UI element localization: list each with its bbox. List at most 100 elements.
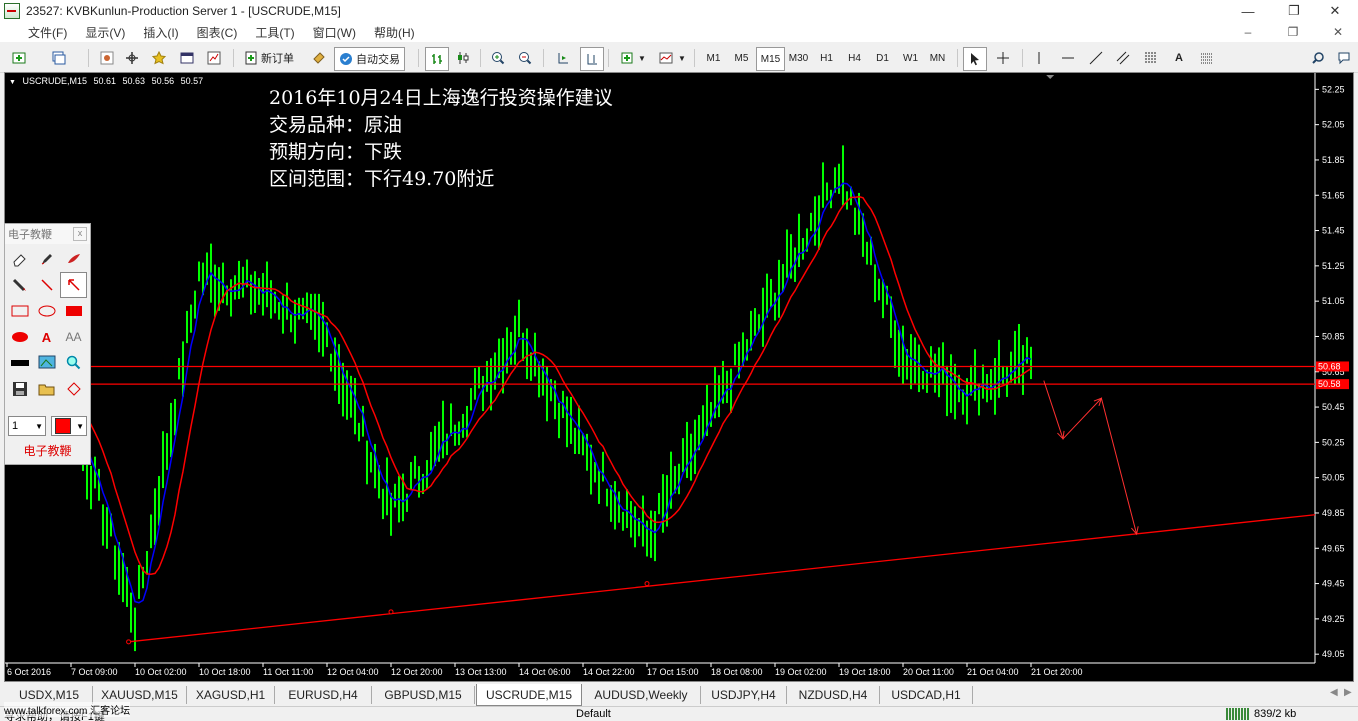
metaeditor-icon[interactable] — [308, 47, 330, 69]
timeframe-m1[interactable]: M1 — [700, 47, 727, 69]
drawing-panel-header[interactable]: 电子教鞭 x — [5, 224, 90, 244]
candlestick-icon[interactable] — [452, 47, 474, 69]
text-aa-icon[interactable]: AA — [60, 324, 87, 350]
save-icon[interactable] — [6, 376, 33, 402]
menu-help[interactable]: 帮助(H) — [365, 24, 424, 41]
tab-usdcad[interactable]: USDCAD,H1 — [880, 686, 973, 704]
tab-uscrude[interactable]: USCRUDE,M15 — [476, 684, 582, 706]
price-tick-label: 49.25 — [1322, 614, 1345, 624]
advice-text-block: 2016年10月24日上海逸行投资操作建议 交易品种：原油 预期方向：下跌 区间… — [269, 85, 613, 193]
line-width-select[interactable]: 1 ▼ — [8, 416, 46, 436]
arrow-line-icon[interactable] — [60, 272, 87, 298]
vertical-line-icon[interactable] — [1028, 47, 1050, 69]
timeframe-mn[interactable]: MN — [924, 47, 951, 69]
screenshot-icon[interactable] — [33, 350, 60, 376]
tab-eurusd[interactable]: EURUSD,H4 — [275, 686, 372, 704]
profiles-icon[interactable] — [48, 47, 70, 69]
timeframe-h1[interactable]: H1 — [813, 47, 840, 69]
chart-shift-marker — [1046, 75, 1055, 79]
indicators-icon[interactable] — [617, 47, 639, 69]
timeframe-h4[interactable]: H4 — [841, 47, 868, 69]
mdi-close-button[interactable]: ✕ — [1318, 22, 1358, 42]
tab-audusd[interactable]: AUDUSD,Weekly — [582, 686, 701, 704]
fibonacci-icon[interactable] — [1140, 47, 1162, 69]
line-icon[interactable] — [33, 272, 60, 298]
color-select[interactable]: ▼ — [51, 416, 87, 436]
rect-outline-icon[interactable] — [6, 298, 33, 324]
mdi-restore-button[interactable]: ❐ — [1273, 22, 1313, 42]
time-tick-label: 17 Oct 15:00 — [647, 667, 699, 677]
horizontal-line-icon[interactable] — [1057, 47, 1079, 69]
timeframe-m30[interactable]: M30 — [785, 47, 812, 69]
search-icon[interactable] — [1307, 47, 1329, 69]
tab-scroll-left-icon[interactable]: ◀ — [1330, 687, 1338, 698]
status-profile: Default — [576, 708, 611, 720]
tab-gbpusd[interactable]: GBPUSD,M15 — [372, 686, 475, 704]
crosshair-icon[interactable] — [992, 47, 1014, 69]
trendline-icon[interactable] — [1085, 47, 1107, 69]
time-tick-label: 14 Oct 06:00 — [519, 667, 571, 677]
black-bar-icon[interactable] — [6, 350, 33, 376]
strategy-tester-icon[interactable] — [203, 47, 225, 69]
menu-view[interactable]: 显示(V) — [76, 24, 134, 41]
timeframe-w1[interactable]: W1 — [897, 47, 924, 69]
timeframe-m5[interactable]: M5 — [728, 47, 755, 69]
time-tick-label: 7 Oct 09:00 — [71, 667, 118, 677]
market-watch-icon[interactable] — [96, 47, 118, 69]
new-order-button[interactable]: 新订单 — [240, 47, 298, 69]
auto-trading-button[interactable]: 自动交易 — [334, 47, 405, 71]
autoscroll-icon[interactable] — [552, 47, 574, 69]
menu-window[interactable]: 窗口(W) — [304, 24, 365, 41]
navigator-icon[interactable] — [121, 47, 143, 69]
minimize-button[interactable]: — — [1225, 0, 1271, 22]
menu-charts[interactable]: 图表(C) — [188, 24, 247, 41]
tab-xagusd[interactable]: XAGUSD,H1 — [187, 686, 275, 704]
mdi-minimize-button[interactable]: – — [1228, 22, 1268, 42]
timeframe-m15[interactable]: M15 — [756, 47, 785, 71]
bar-chart-icon[interactable] — [425, 47, 449, 71]
zoom-in-icon[interactable] — [487, 47, 509, 69]
brush-icon[interactable] — [60, 246, 87, 272]
text-a-icon[interactable]: A — [33, 324, 60, 350]
tab-nzdusd[interactable]: NZDUSD,H4 — [787, 686, 880, 704]
pen-icon[interactable] — [33, 246, 60, 272]
diamond-icon[interactable] — [60, 376, 87, 402]
templates-icon[interactable] — [655, 47, 677, 69]
rect-fill-icon[interactable] — [60, 298, 87, 324]
terminal-icon[interactable] — [176, 47, 198, 69]
chevron-down-icon[interactable]: ▼ — [637, 47, 647, 69]
chart-shift-icon[interactable] — [580, 47, 604, 71]
menu-file[interactable]: 文件(F) — [0, 24, 76, 41]
price-tick-label: 51.25 — [1322, 261, 1345, 271]
ellipse-fill-icon[interactable] — [6, 324, 33, 350]
price-tick-label: 51.85 — [1322, 155, 1345, 165]
magnifier-icon[interactable] — [60, 350, 87, 376]
tab-usdjpy[interactable]: USDJPY,H4 — [701, 686, 787, 704]
eraser-icon[interactable] — [6, 246, 33, 272]
drawing-panel-title: 电子教鞭 — [8, 229, 52, 241]
new-chart-icon[interactable] — [8, 47, 30, 69]
collapse-triangle-icon[interactable]: ▼ — [9, 79, 16, 86]
ellipse-outline-icon[interactable] — [33, 298, 60, 324]
price-chart[interactable]: 52.25 52.05 51.85 51.65 51.45 51.25 51.05 50.85… — [5, 73, 1353, 681]
ohlc-open: 50.61 — [93, 76, 117, 86]
chat-icon[interactable] — [1333, 47, 1355, 69]
restore-button[interactable]: ❐ — [1271, 0, 1317, 22]
favorites-icon[interactable] — [148, 47, 170, 69]
open-icon[interactable] — [33, 376, 60, 402]
menu-insert[interactable]: 插入(I) — [134, 24, 187, 41]
chevron-down-icon[interactable]: ▼ — [677, 47, 687, 69]
chart-window[interactable]: 52.25 52.05 51.85 51.65 51.45 51.25 51.05 50.85… — [4, 72, 1354, 682]
equidistant-channel-icon[interactable] — [1112, 47, 1134, 69]
close-window-button[interactable]: ✕ — [1312, 0, 1358, 22]
text-label-icon[interactable] — [1196, 47, 1218, 69]
text-icon[interactable]: A — [1168, 47, 1190, 69]
pencil-icon[interactable] — [6, 272, 33, 298]
timeframe-d1[interactable]: D1 — [869, 47, 896, 69]
price-tick-label: 49.65 — [1322, 543, 1345, 553]
close-icon[interactable]: x — [73, 227, 87, 241]
zoom-out-icon[interactable] — [514, 47, 536, 69]
cursor-icon[interactable] — [963, 47, 987, 71]
menu-tools[interactable]: 工具(T) — [246, 24, 303, 41]
tab-scroll-right-icon[interactable]: ▶ — [1344, 687, 1352, 698]
